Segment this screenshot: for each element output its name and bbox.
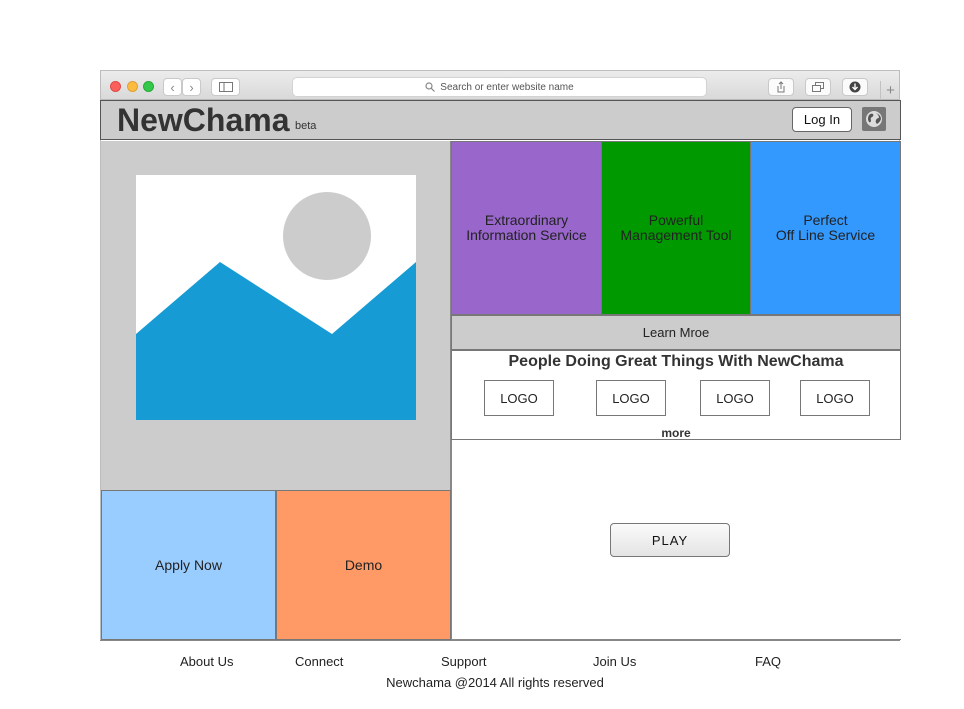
address-bar[interactable]: Search or enter website name	[292, 77, 707, 97]
service-tile-text: Perfect Off Line Service	[776, 213, 875, 243]
service-tile-line1: Extraordinary	[484, 212, 569, 228]
partner-logo[interactable]: LOGO	[596, 380, 666, 416]
service-tile-line1: Perfect	[803, 212, 848, 228]
service-tile-management[interactable]: Powerful Management Tool	[601, 141, 751, 315]
footer-link-about-us[interactable]: About Us	[180, 654, 233, 669]
footer-link-join-us[interactable]: Join Us	[593, 654, 636, 669]
partner-logo[interactable]: LOGO	[484, 380, 554, 416]
partner-logo[interactable]: LOGO	[800, 380, 870, 416]
plus-icon: +	[886, 82, 895, 99]
learn-more-button[interactable]: Learn Mroe	[451, 315, 901, 350]
tabs-overview-button[interactable]	[805, 78, 831, 96]
service-tile-text: Extraordinary Information Service	[466, 213, 587, 243]
tabs-icon	[812, 82, 824, 92]
maximize-window-icon[interactable]	[143, 81, 154, 92]
share-button[interactable]	[768, 78, 794, 96]
copyright-text: Newchama @2014 All rights reserved	[386, 675, 604, 690]
partner-logo[interactable]: LOGO	[700, 380, 770, 416]
chevron-right-icon: ›	[189, 79, 194, 95]
download-icon	[849, 81, 861, 93]
footer-link-faq[interactable]: FAQ	[755, 654, 781, 669]
forward-button[interactable]: ›	[182, 78, 201, 96]
service-tile-information[interactable]: Extraordinary Information Service	[451, 141, 602, 315]
globe-icon	[866, 111, 882, 127]
site-logo[interactable]: NewChama	[117, 102, 290, 138]
back-button[interactable]: ‹	[163, 78, 182, 96]
sidebar-icon	[218, 82, 233, 92]
service-tile-text: Powerful Management Tool	[620, 213, 731, 243]
new-tab-button[interactable]: +	[880, 81, 900, 100]
close-window-icon[interactable]	[110, 81, 121, 92]
service-tile-line1: Powerful	[648, 212, 704, 228]
image-placeholder-icon	[136, 175, 416, 420]
beta-label: beta	[295, 120, 317, 132]
service-tile-line2: Information Service	[466, 227, 587, 243]
search-icon	[425, 82, 436, 92]
login-button[interactable]: Log In	[792, 107, 852, 132]
service-tile-line2: Off Line Service	[775, 227, 876, 243]
more-link[interactable]: more	[451, 426, 901, 440]
sidebar-toggle-button[interactable]	[211, 78, 240, 96]
service-tile-line2: Management Tool	[620, 227, 732, 243]
share-icon	[777, 81, 785, 93]
footer-link-connect[interactable]: Connect	[295, 654, 343, 669]
apply-now-button[interactable]: Apply Now	[101, 490, 276, 640]
play-button[interactable]: PLAY	[610, 523, 730, 557]
chevron-left-icon: ‹	[170, 79, 175, 95]
address-placeholder: Search or enter website name	[440, 81, 574, 93]
partners-title: People Doing Great Things With NewChama	[508, 353, 844, 370]
service-tile-offline[interactable]: Perfect Off Line Service	[750, 141, 901, 315]
downloads-button[interactable]	[842, 78, 868, 96]
demo-button[interactable]: Demo	[276, 490, 451, 640]
footer-link-support[interactable]: Support	[441, 654, 487, 669]
minimize-window-icon[interactable]	[127, 81, 138, 92]
language-button[interactable]	[862, 107, 886, 131]
site-footer	[100, 640, 900, 700]
